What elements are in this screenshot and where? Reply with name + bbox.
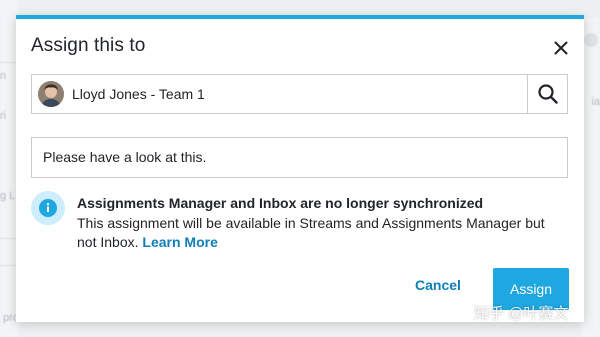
info-icon (31, 191, 65, 225)
assignee-field[interactable]: Lloyd Jones - Team 1 (31, 74, 568, 114)
assign-dialog: Assign this to Lloyd Jones - Team 1 Plea… (16, 15, 584, 322)
close-button[interactable] (552, 39, 570, 57)
background-text: n (0, 70, 7, 82)
search-icon (537, 84, 558, 104)
search-button[interactable] (527, 75, 567, 113)
background-divider (0, 62, 16, 63)
background-divider (0, 265, 16, 266)
watermark: 知乎 @叶赛文 (474, 305, 569, 322)
background-divider (0, 238, 16, 239)
notice-body: This assignment will be available in Str… (77, 214, 557, 252)
notice-title: Assignments Manager and Inbox are no lon… (77, 195, 484, 211)
dialog-title: Assign this to (31, 35, 146, 56)
background-text: g L (0, 190, 16, 202)
close-icon (554, 41, 568, 55)
message-input[interactable]: Please have a look at this. (31, 137, 568, 178)
cancel-button[interactable]: Cancel (415, 277, 461, 293)
learn-more-link[interactable]: Learn More (142, 234, 217, 250)
background-avatar (584, 33, 598, 47)
background-text: ia (591, 96, 600, 108)
avatar (38, 81, 64, 107)
background-text: ri (0, 110, 7, 122)
background-right-panel (582, 18, 600, 337)
assignee-name: Lloyd Jones - Team 1 (72, 86, 205, 102)
